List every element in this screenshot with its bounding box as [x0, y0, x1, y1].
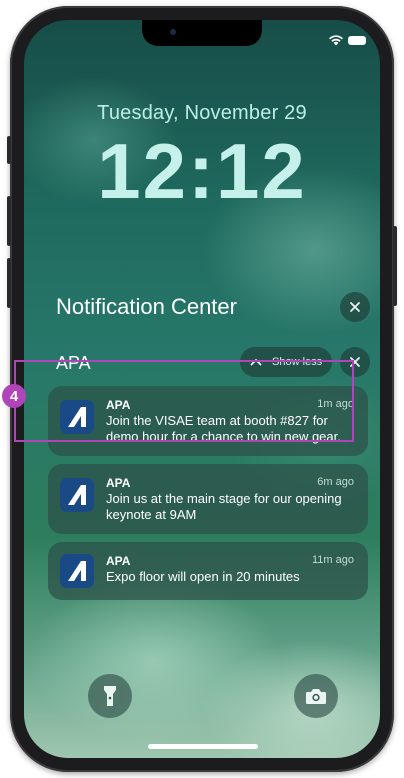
status-bar — [328, 34, 366, 46]
flashlight-icon — [104, 686, 116, 706]
battery-icon — [348, 35, 366, 45]
highlight-box — [14, 360, 354, 442]
home-indicator[interactable] — [148, 744, 258, 749]
notification-body: Join us at the main stage for our openin… — [106, 491, 342, 522]
lock-date: Tuesday, November 29 — [97, 102, 307, 124]
notification-body: Expo floor will open in 20 minutes — [106, 569, 300, 584]
wifi-icon — [329, 35, 343, 46]
notification-app-name: APA — [106, 476, 131, 490]
notification-time: 11m ago — [312, 554, 354, 566]
action-button — [7, 136, 11, 164]
flashlight-button[interactable] — [88, 674, 132, 718]
volume-up-button — [7, 196, 11, 246]
notification-card[interactable]: APA 11m ago Expo floor will open in 20 m… — [48, 542, 368, 600]
apa-logo-icon — [60, 478, 94, 512]
clear-all-button[interactable] — [340, 292, 370, 322]
notification-center-title: Notification Center — [56, 294, 237, 319]
lock-time: 12:12 — [97, 127, 307, 215]
step-badge: 4 — [2, 384, 26, 408]
notification-card[interactable]: APA 6m ago Join us at the main stage for… — [48, 464, 368, 534]
camera-button[interactable] — [294, 674, 338, 718]
front-camera — [170, 29, 176, 35]
apa-logo-icon — [60, 554, 94, 588]
camera-icon — [306, 689, 326, 704]
notification-time: 6m ago — [317, 476, 354, 488]
notification-app-name: APA — [106, 554, 131, 568]
side-button — [393, 226, 397, 306]
dynamic-notch — [142, 20, 262, 46]
close-icon — [350, 302, 360, 312]
volume-down-button — [7, 258, 11, 308]
